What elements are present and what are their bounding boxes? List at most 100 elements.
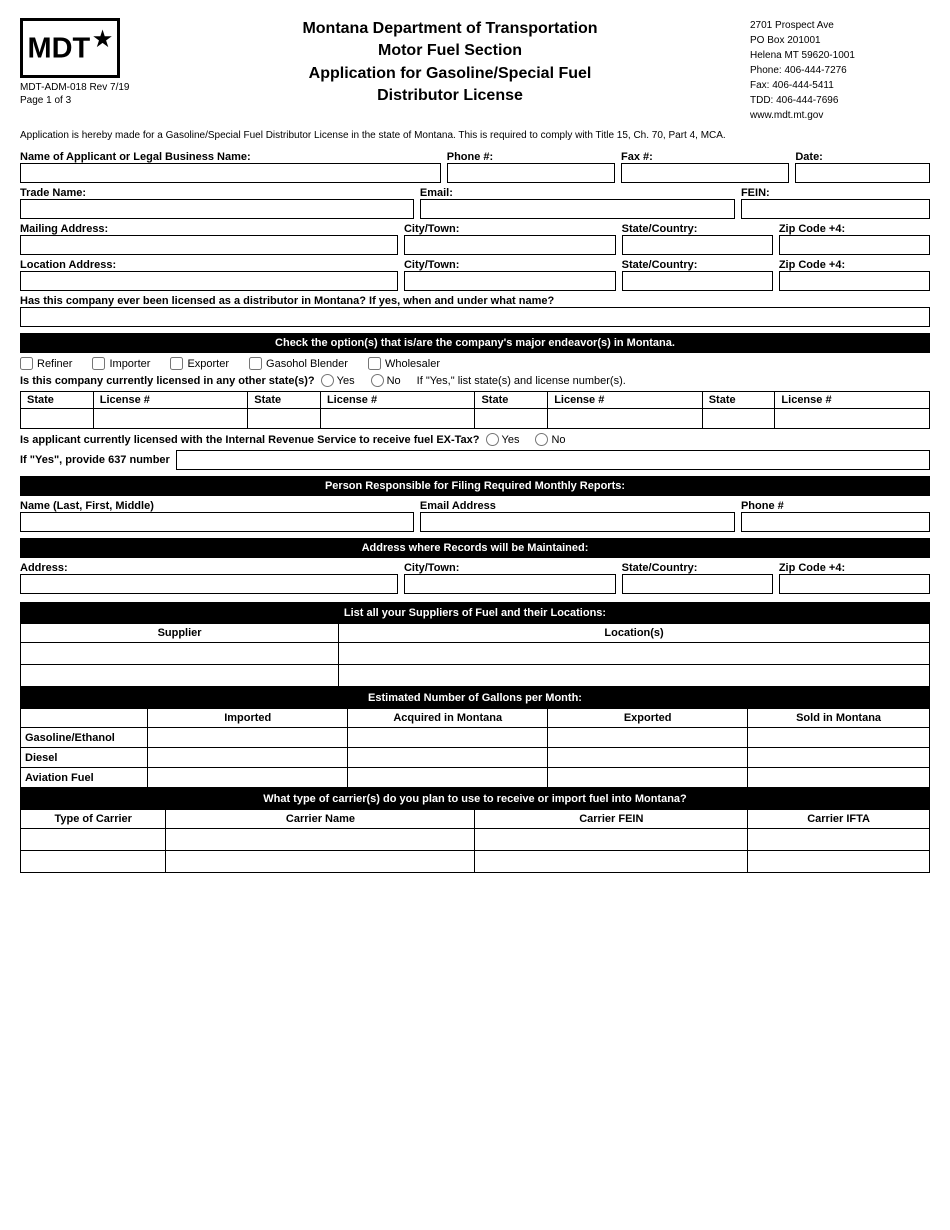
addr7: www.mdt.mt.gov <box>750 108 930 123</box>
checkbox-refiner[interactable]: Refiner <box>20 357 72 370</box>
location-cell-1[interactable] <box>339 643 930 665</box>
license-cell-1[interactable] <box>93 409 248 429</box>
mailing-state-input[interactable] <box>622 235 773 255</box>
gallons-aviation-acquired[interactable] <box>348 768 548 788</box>
report-phone-input[interactable] <box>741 512 930 532</box>
fein-input[interactable] <box>741 199 930 219</box>
gallons-aviation-imported[interactable] <box>148 768 348 788</box>
license-cell-2[interactable] <box>320 409 475 429</box>
mailing-zip-input[interactable] <box>779 235 930 255</box>
checkbox-exporter[interactable]: Exporter <box>170 357 229 370</box>
state-cell-3[interactable] <box>475 409 548 429</box>
email-input[interactable] <box>420 199 735 219</box>
location-address-input[interactable] <box>20 271 398 291</box>
gallons-aviation-exported[interactable] <box>548 768 748 788</box>
license-cell-3[interactable] <box>548 409 703 429</box>
group-email: Email: <box>420 187 735 219</box>
radio-other-yes-input[interactable] <box>321 374 334 387</box>
supplier-cell-1[interactable] <box>21 643 339 665</box>
wholesaler-checkbox[interactable] <box>368 357 381 370</box>
radio-other-no[interactable]: No <box>371 374 401 387</box>
location-cell-2[interactable] <box>339 665 930 687</box>
report-phone-label: Phone # <box>741 500 930 512</box>
group-mailing-zip: Zip Code +4: <box>779 223 930 255</box>
gallons-gasoline-acquired[interactable] <box>348 728 548 748</box>
gallons-row-aviation: Aviation Fuel <box>21 768 930 788</box>
gallons-diesel-acquired[interactable] <box>348 748 548 768</box>
gallons-gasoline-imported[interactable] <box>148 728 348 748</box>
group-location-city: City/Town: <box>404 259 616 291</box>
radio-extax-yes[interactable]: Yes <box>486 433 520 446</box>
carrier-name-2[interactable] <box>166 851 475 873</box>
location-city-input[interactable] <box>404 271 616 291</box>
exporter-checkbox[interactable] <box>170 357 183 370</box>
records-address-input[interactable] <box>20 574 398 594</box>
gallons-diesel-exported[interactable] <box>548 748 748 768</box>
extax-no-label: No <box>551 434 565 446</box>
group-fax: Fax #: <box>621 151 789 183</box>
carrier-ifta-1[interactable] <box>748 829 930 851</box>
checkbox-wholesaler[interactable]: Wholesaler <box>368 357 440 370</box>
carrier-fein-2[interactable] <box>475 851 748 873</box>
importer-checkbox[interactable] <box>92 357 105 370</box>
radio-other-yes[interactable]: Yes <box>321 374 355 387</box>
trade-name-input[interactable] <box>20 199 414 219</box>
provide-637-label: If "Yes", provide 637 number <box>20 454 170 466</box>
provide-637-input[interactable] <box>176 450 930 470</box>
group-report-name: Name (Last, First, Middle) <box>20 500 414 532</box>
fax-input[interactable] <box>621 163 789 183</box>
carrier-row-1 <box>21 829 930 851</box>
ex-tax-question: Is applicant currently licensed with the… <box>20 433 930 446</box>
radio-extax-no-input[interactable] <box>535 433 548 446</box>
org-line4: Distributor License <box>150 85 750 107</box>
phone-input[interactable] <box>447 163 615 183</box>
carrier-type-2[interactable] <box>21 851 166 873</box>
gasohol-checkbox[interactable] <box>249 357 262 370</box>
gallons-diesel-sold[interactable] <box>748 748 930 768</box>
ex-tax-text: Is applicant currently licensed with the… <box>20 434 480 446</box>
carrier-ifta-2[interactable] <box>748 851 930 873</box>
logo-area: MDT ★ MDT-ADM-018 Rev 7/19 Page 1 of 3 <box>20 18 150 106</box>
applicant-name-input[interactable] <box>20 163 441 183</box>
suppliers-bar: List all your Suppliers of Fuel and thei… <box>21 603 930 624</box>
records-city-input[interactable] <box>404 574 616 594</box>
row-location: Location Address: City/Town: State/Count… <box>20 259 930 291</box>
mailing-address-input[interactable] <box>20 235 398 255</box>
gallons-bar: Estimated Number of Gallons per Month: <box>21 688 930 709</box>
location-state-input[interactable] <box>622 271 773 291</box>
checkbox-gasohol[interactable]: Gasohol Blender <box>249 357 348 370</box>
carrier-type-1[interactable] <box>21 829 166 851</box>
other-states-no: No <box>387 375 401 387</box>
state-cell-1[interactable] <box>21 409 94 429</box>
carrier-name-1[interactable] <box>166 829 475 851</box>
location-zip-input[interactable] <box>779 271 930 291</box>
radio-other-no-input[interactable] <box>371 374 384 387</box>
records-zip-input[interactable] <box>779 574 930 594</box>
mailing-city-input[interactable] <box>404 235 616 255</box>
phone-label: Phone #: <box>447 151 615 163</box>
gallons-col4: Sold in Montana <box>748 709 930 728</box>
gallons-gasoline-exported[interactable] <box>548 728 748 748</box>
gallons-gasoline-sold[interactable] <box>748 728 930 748</box>
carrier-fein-header: Carrier FEIN <box>475 810 748 829</box>
gallons-aviation-sold[interactable] <box>748 768 930 788</box>
supplier-cell-2[interactable] <box>21 665 339 687</box>
records-city-label: City/Town: <box>404 562 616 574</box>
checkbox-importer[interactable]: Importer <box>92 357 150 370</box>
license-cell-4[interactable] <box>775 409 930 429</box>
licensed-question-input[interactable] <box>20 307 930 327</box>
gallons-diesel-imported[interactable] <box>148 748 348 768</box>
records-state-label: State/Country: <box>622 562 773 574</box>
radio-extax-yes-input[interactable] <box>486 433 499 446</box>
state-cell-2[interactable] <box>248 409 321 429</box>
records-state-input[interactable] <box>622 574 773 594</box>
state-cell-4[interactable] <box>702 409 775 429</box>
report-name-input[interactable] <box>20 512 414 532</box>
refiner-checkbox[interactable] <box>20 357 33 370</box>
report-email-input[interactable] <box>420 512 735 532</box>
date-input[interactable] <box>795 163 930 183</box>
carrier-fein-1[interactable] <box>475 829 748 851</box>
radio-extax-no[interactable]: No <box>535 433 565 446</box>
group-applicant-name: Name of Applicant or Legal Business Name… <box>20 151 441 183</box>
location-state-label: State/Country: <box>622 259 773 271</box>
